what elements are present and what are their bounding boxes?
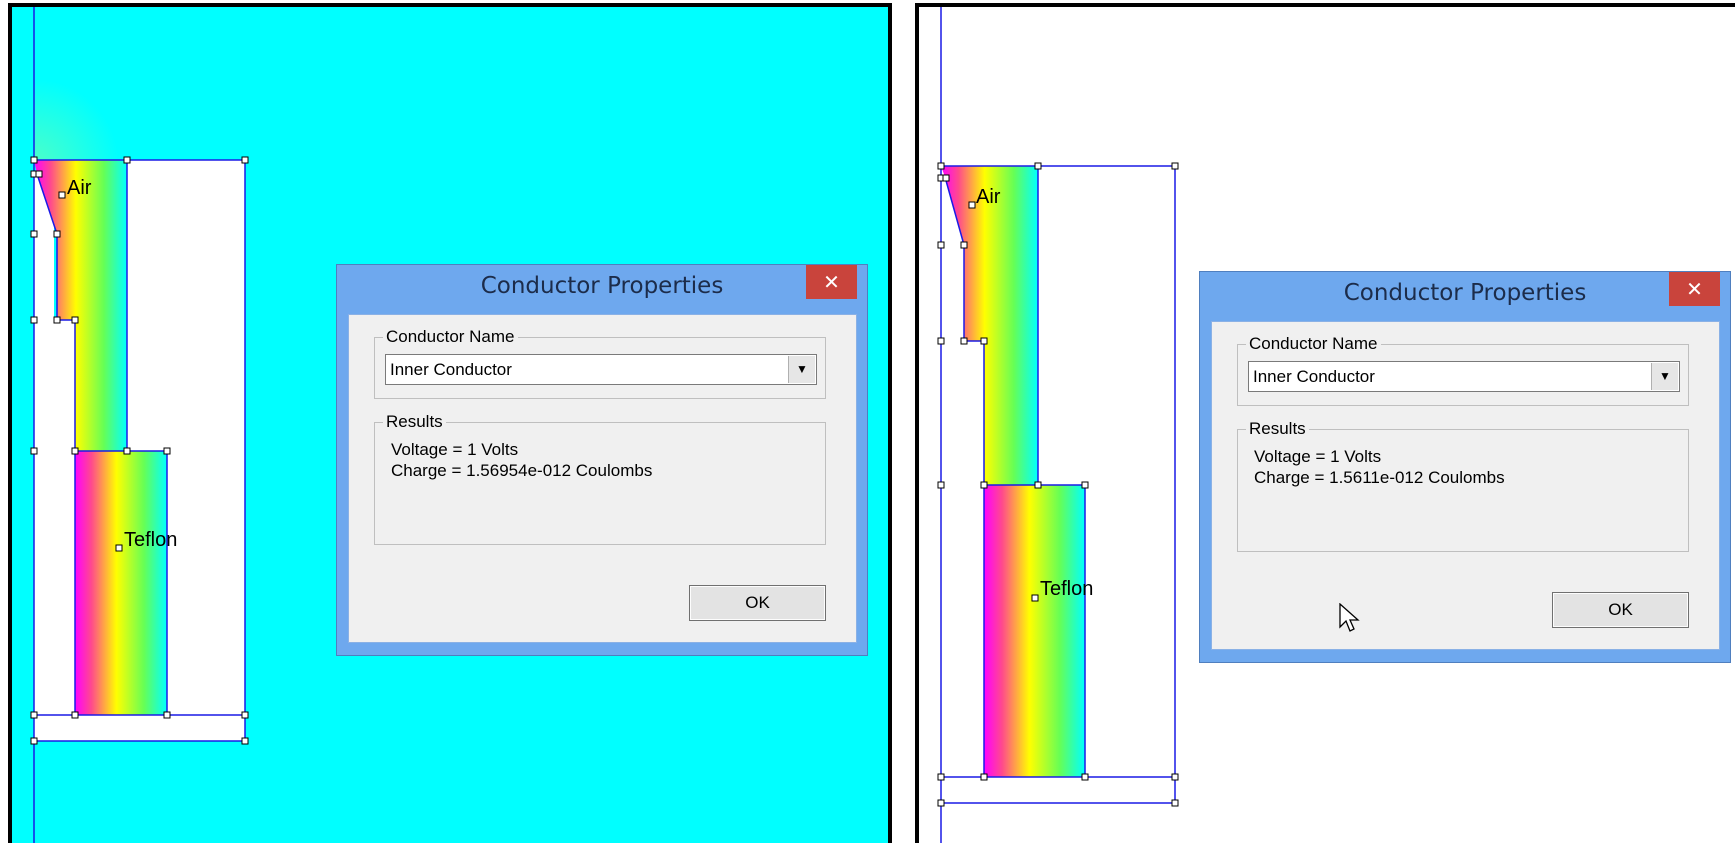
conductor-name-legend: Conductor Name [1246, 334, 1381, 354]
ok-button[interactable]: OK [1552, 592, 1689, 628]
results-group: Results Voltage = 1 Volts Charge = 1.569… [374, 412, 826, 545]
dropdown-button[interactable]: ▼ [1651, 363, 1678, 390]
dropdown-button[interactable]: ▼ [788, 356, 815, 383]
close-icon: ✕ [1686, 277, 1703, 301]
bottom-white-strip [34, 715, 245, 741]
chevron-down-icon: ▼ [796, 362, 808, 376]
teflon-field-region [984, 485, 1085, 777]
conductor-name-group: Conductor Name Inner Conductor ▼ [374, 327, 826, 399]
teflon-label: Teflon [1040, 578, 1094, 600]
conductor-properties-dialog: Conductor Properties ✕ Conductor Name In… [1199, 271, 1731, 663]
results-legend: Results [1246, 419, 1309, 439]
conductor-name-select[interactable]: Inner Conductor ▼ [385, 354, 817, 385]
conductor-name-value: Inner Conductor [1253, 367, 1375, 386]
mouse-pointer-icon [1339, 603, 1360, 632]
dialog-body: Conductor Name Inner Conductor ▼ Results… [348, 314, 857, 643]
chevron-down-icon: ▼ [1659, 369, 1671, 383]
air-label: Air [976, 186, 1001, 208]
voltage-result: Voltage = 1 Volts [391, 440, 519, 459]
dialog-title: Conductor Properties [1343, 280, 1587, 306]
conductor-name-group: Conductor Name Inner Conductor ▼ [1237, 334, 1689, 406]
voltage-result: Voltage = 1 Volts [1254, 447, 1382, 466]
right-solution-view: Air Teflon Conductor Properties ✕ Conduc… [915, 3, 1735, 843]
outer-white-area [34, 320, 75, 715]
close-icon: ✕ [823, 270, 840, 294]
left-solution-view: Air Teflon Conductor Properties ✕ Conduc… [8, 3, 892, 843]
conductor-name-select[interactable]: Inner Conductor ▼ [1248, 361, 1680, 392]
charge-result: Charge = 1.56954e-012 Coulombs [391, 461, 653, 480]
conductor-properties-dialog: Conductor Properties ✕ Conductor Name In… [336, 264, 868, 656]
conductor-name-legend: Conductor Name [383, 327, 518, 347]
dialog-title: Conductor Properties [480, 273, 724, 299]
close-button[interactable]: ✕ [1669, 272, 1720, 306]
results-group: Results Voltage = 1 Volts Charge = 1.561… [1237, 419, 1689, 552]
close-button[interactable]: ✕ [806, 265, 857, 299]
teflon-label: Teflon [124, 529, 178, 551]
ok-button[interactable]: OK [689, 585, 826, 621]
charge-result: Charge = 1.5611e-012 Coulombs [1254, 468, 1505, 487]
dialog-body: Conductor Name Inner Conductor ▼ Results… [1211, 321, 1720, 650]
results-legend: Results [383, 412, 446, 432]
conductor-name-value: Inner Conductor [390, 360, 512, 379]
air-label: Air [67, 177, 92, 199]
teflon-field-region [75, 451, 167, 715]
field-halo [34, 79, 119, 164]
